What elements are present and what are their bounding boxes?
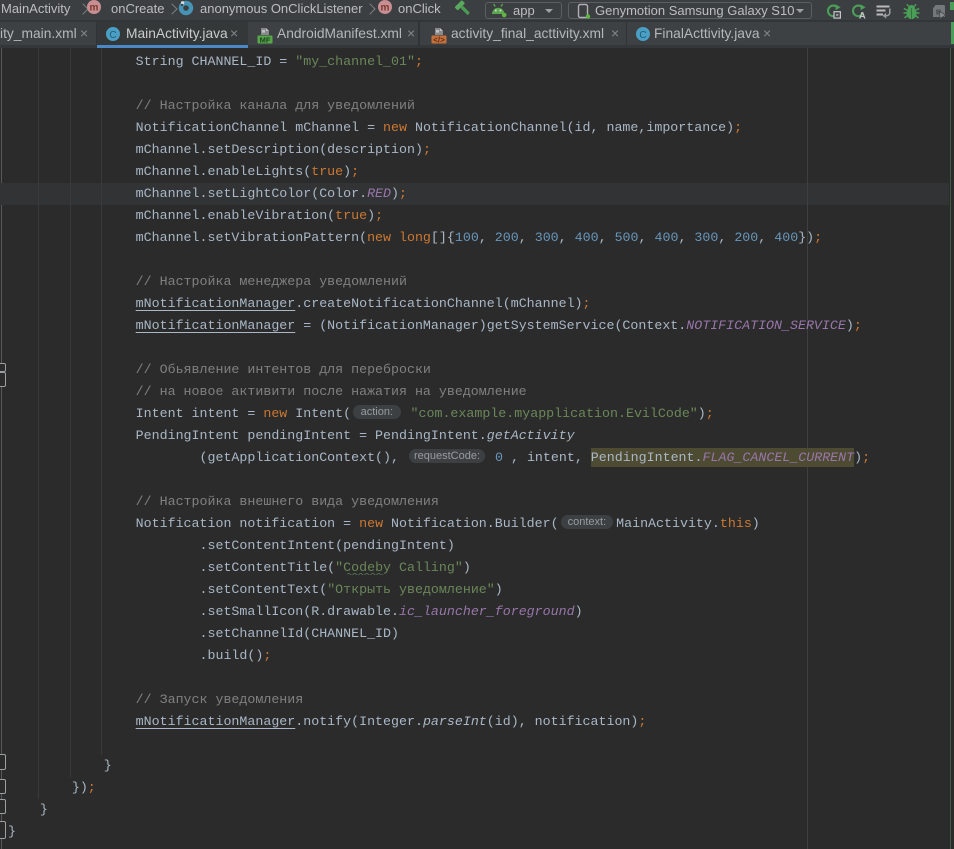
svg-text:A: A	[859, 11, 866, 21]
svg-text:C: C	[639, 30, 646, 41]
svg-text:m: m	[381, 3, 390, 14]
svg-text:m: m	[90, 3, 99, 14]
svg-text:</>: </>	[433, 36, 445, 45]
svg-text:MF: MF	[260, 36, 271, 45]
svg-text:C: C	[109, 30, 116, 41]
